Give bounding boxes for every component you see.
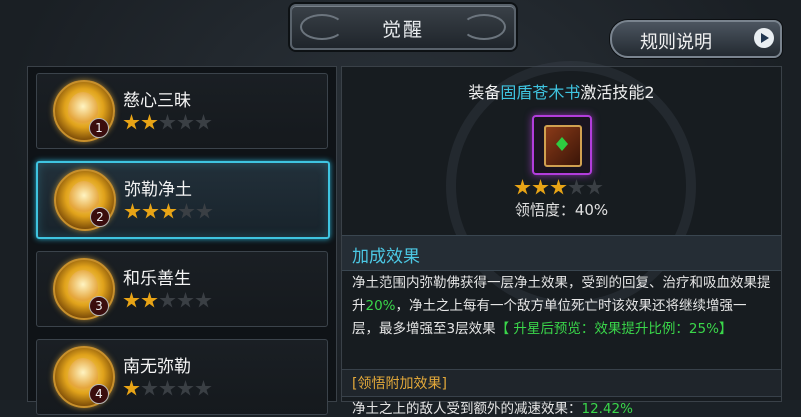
awaken-window: 觉醒 规则说明 1 慈心三昧 2 弥勒净土 3 和乐善生 4 南无弥勒 装备固盾…: [0, 0, 801, 417]
star-filled-icon: [532, 179, 549, 195]
equip-item-link[interactable]: 固盾苍木书: [500, 83, 580, 102]
star-empty-icon: [177, 380, 194, 396]
effect-section-header: 加成效果: [342, 235, 781, 271]
desc-text: 净土之上的敌人受到额外的减速效果：: [352, 401, 582, 417]
star-rating: [124, 203, 214, 221]
star-empty-icon: [177, 292, 194, 308]
star-filled-icon: [123, 380, 140, 396]
star-empty-icon: [195, 292, 212, 308]
star-filled-icon: [124, 203, 141, 219]
level-badge: 3: [89, 296, 109, 316]
skill-item-selected[interactable]: 2 弥勒净土: [36, 161, 330, 239]
star-filled-icon: [514, 179, 531, 195]
level-badge: 1: [89, 118, 109, 138]
star-empty-icon: [195, 114, 212, 130]
insight-bonus-header: [领悟附加效果]: [342, 369, 781, 397]
section-title: 加成效果: [352, 247, 420, 267]
star-empty-icon: [178, 203, 195, 219]
star-empty-icon: [159, 292, 176, 308]
equip-requirement: 装备固盾苍木书激活技能2: [342, 79, 781, 103]
skill-item[interactable]: 3 和乐善生: [36, 251, 328, 327]
equip-suffix: 激活技能2: [580, 83, 655, 102]
sub-title: [领悟附加效果]: [352, 376, 447, 392]
desc-value: 20%: [365, 298, 396, 314]
skill-name: 弥勒净土: [124, 180, 192, 200]
star-empty-icon: [177, 114, 194, 130]
effect-description: 净土范围内弥勒佛获得一层净土效果，受到的回复、治疗和吸血效果提升20%，净土之上…: [352, 272, 772, 341]
book-icon: [544, 125, 582, 167]
insight-bonus-text: 净土之上的敌人受到额外的减速效果：12.42%: [352, 397, 633, 417]
skill-name: 慈心三昧: [123, 91, 191, 111]
desc-value: 12.42%: [581, 401, 633, 417]
star-filled-icon: [123, 114, 140, 130]
equip-prefix: 装备: [468, 83, 501, 102]
play-arrow-icon: [754, 28, 774, 48]
skill-name: 和乐善生: [123, 269, 191, 289]
skill-detail-panel: 装备固盾苍木书激活技能2 领悟度：40% 加成效果 净土范围内弥勒佛获得一层净土…: [341, 61, 782, 417]
item-star-rating: [514, 179, 604, 200]
preview-value: 25%: [688, 321, 719, 337]
page-title: 觉醒: [381, 19, 424, 41]
star-filled-icon: [550, 179, 567, 195]
star-rating: [123, 380, 213, 398]
skill-item[interactable]: 1 慈心三昧: [36, 73, 328, 149]
preview-end: 】: [718, 321, 733, 337]
level-badge: 2: [90, 207, 110, 227]
equipment-item-slot[interactable]: [532, 115, 592, 175]
star-empty-icon: [196, 203, 213, 219]
star-empty-icon: [159, 114, 176, 130]
star-empty-icon: [586, 179, 603, 195]
star-empty-icon: [568, 179, 585, 195]
star-filled-icon: [141, 114, 158, 130]
level-badge: 4: [89, 384, 109, 404]
star-empty-icon: [159, 380, 176, 396]
skill-list[interactable]: 1 慈心三昧 2 弥勒净土 3 和乐善生 4 南无弥勒: [27, 66, 337, 415]
star-rating: [123, 292, 213, 310]
star-empty-icon: [141, 380, 158, 396]
star-rating: [123, 114, 213, 132]
preview-label: 【 升星后预览：效果提升比例：: [495, 321, 689, 337]
star-filled-icon: [160, 203, 177, 219]
star-filled-icon: [141, 292, 158, 308]
star-filled-icon: [142, 203, 159, 219]
star-empty-icon: [195, 380, 212, 396]
skill-name: 南无弥勒: [123, 357, 191, 377]
title-plate: 觉醒: [290, 4, 516, 50]
insight-progress: 领悟度：40%: [514, 201, 609, 219]
rules-button-label: 规则说明: [640, 32, 712, 53]
rules-button[interactable]: 规则说明: [610, 20, 782, 58]
star-filled-icon: [123, 292, 140, 308]
skill-item[interactable]: 4 南无弥勒: [36, 339, 328, 415]
